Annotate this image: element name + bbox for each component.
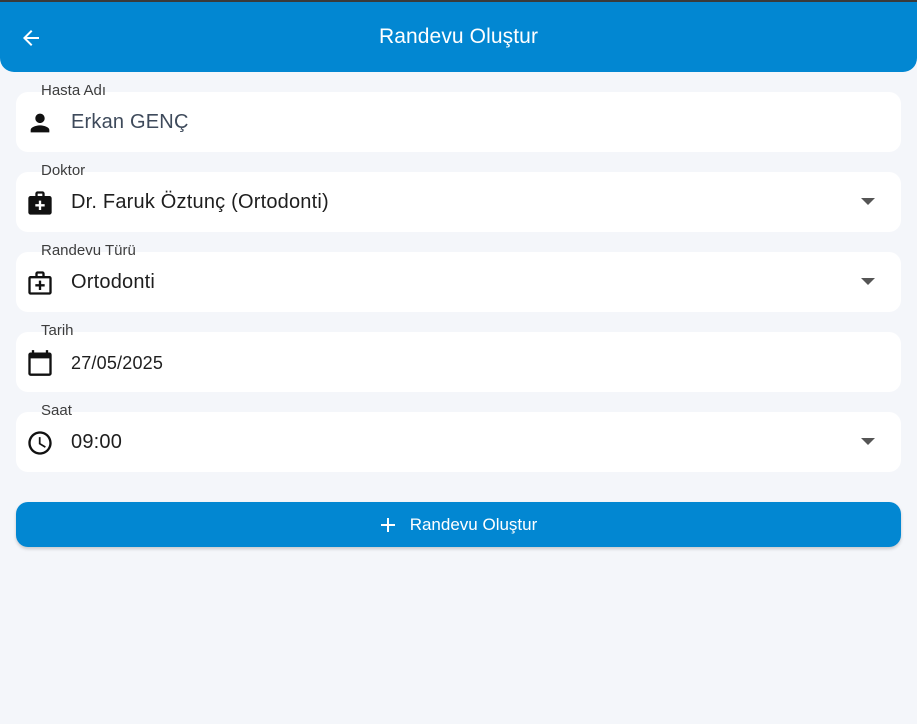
create-appointment-label: Randevu Oluştur xyxy=(409,514,538,534)
appointment-type-label: Randevu Türü xyxy=(41,242,136,259)
arrow-left-icon xyxy=(23,30,39,46)
app-bar: Randevu Oluştur xyxy=(0,2,917,72)
time-label: Saat xyxy=(41,402,72,419)
clock-icon xyxy=(26,429,54,457)
time-select[interactable]: Saat 09:00 xyxy=(16,403,901,472)
medical-bag-icon xyxy=(26,189,54,217)
doctor-value: Dr. Faruk Öztunç (Ortodonti) xyxy=(71,191,329,213)
chevron-down-icon xyxy=(861,438,875,445)
appointment-type-value: Ortodonti xyxy=(71,271,156,293)
back-button[interactable] xyxy=(12,19,50,57)
create-appointment-button[interactable]: Randevu Oluştur xyxy=(16,502,901,547)
date-value: 27/05/2025 xyxy=(71,353,164,373)
person-icon xyxy=(26,109,54,137)
doctor-select[interactable]: Doktor Dr. Faruk Öztunç (Ortodonti) xyxy=(16,163,901,232)
time-value: 09:00 xyxy=(71,431,123,453)
patient-name-label: Hasta Adı xyxy=(41,82,107,99)
page-title: Randevu Oluştur xyxy=(378,25,539,48)
patient-name-field[interactable]: Hasta Adı Erkan GENÇ xyxy=(16,83,901,152)
date-field[interactable]: Tarih 27/05/2025 xyxy=(16,323,901,392)
chevron-down-icon xyxy=(861,198,875,205)
date-label: Tarih xyxy=(41,322,74,339)
appointment-type-select[interactable]: Randevu Türü Ortodonti xyxy=(16,243,901,312)
plus-icon xyxy=(380,517,396,533)
calendar-icon xyxy=(26,349,54,377)
medical-bag-outline-icon xyxy=(26,269,54,297)
patient-name-value: Erkan GENÇ xyxy=(71,111,189,133)
doctor-label: Doktor xyxy=(41,162,86,179)
chevron-down-icon xyxy=(861,278,875,285)
